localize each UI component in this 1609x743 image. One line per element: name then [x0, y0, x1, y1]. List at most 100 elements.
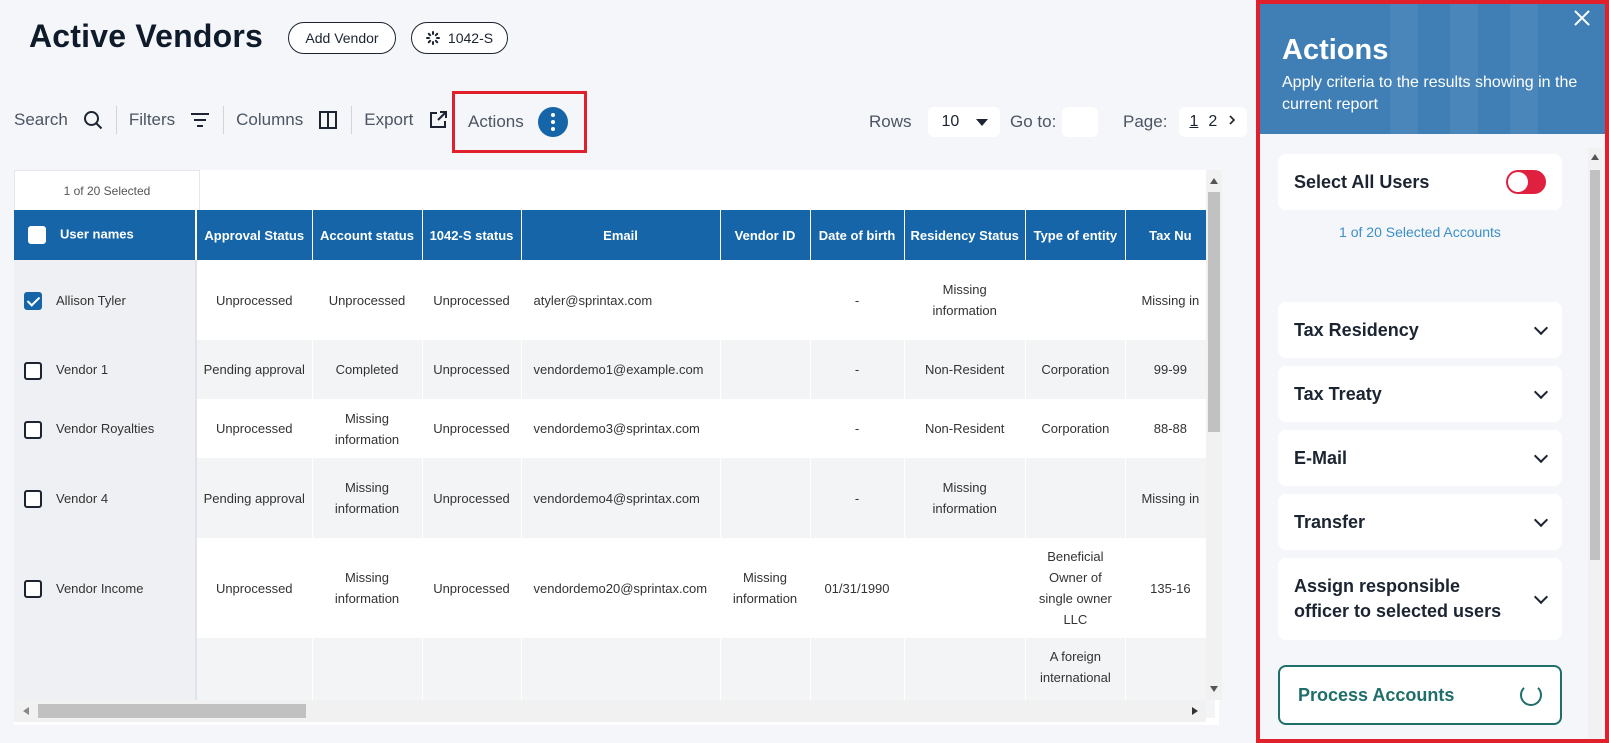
- process-accounts-button[interactable]: Process Accounts: [1278, 665, 1562, 725]
- table-cell: Unprocessed: [312, 260, 423, 340]
- column-header[interactable]: Residency Status: [904, 210, 1026, 260]
- table-cell: vendordemo1@example.com: [521, 340, 721, 399]
- vendors-table-container: 1 of 20 Selected User names Approval Sta…: [14, 170, 1219, 725]
- email-section[interactable]: E-Mail: [1278, 430, 1562, 486]
- process-accounts-label: Process Accounts: [1298, 684, 1455, 705]
- page-title: Active Vendors: [29, 18, 264, 54]
- column-header[interactable]: Date of birth: [810, 210, 905, 260]
- select-all-checkbox[interactable]: [28, 226, 46, 244]
- table-cell: Missing information: [312, 399, 423, 458]
- table-cell: Non-Resident: [904, 399, 1026, 458]
- row-checkbox[interactable]: [24, 361, 42, 380]
- column-header[interactable]: Type of entity: [1025, 210, 1126, 260]
- section-label: E-Mail: [1294, 447, 1348, 468]
- rows-value: 10: [941, 113, 960, 130]
- actions-panel-header: Actions Apply criteria to the results sh…: [1260, 4, 1605, 134]
- chevron-down-icon: [1533, 320, 1549, 335]
- select-all-label: Select All Users: [1294, 171, 1430, 192]
- row-checkbox[interactable]: [24, 420, 42, 439]
- loading-icon: [425, 31, 440, 45]
- table-row[interactable]: Vendor Income Unprocessed Missing inform…: [14, 538, 1216, 638]
- column-header[interactable]: Vendor ID: [720, 210, 811, 260]
- export-button[interactable]: Export: [364, 109, 461, 131]
- column-header[interactable]: 1042-S status: [422, 210, 522, 260]
- table-cell: [720, 458, 811, 538]
- page-1-link[interactable]: 1: [1189, 113, 1198, 131]
- column-header[interactable]: Account status: [312, 210, 423, 260]
- table-row[interactable]: Vendor Royalties Unprocessed Missing inf…: [14, 399, 1216, 458]
- tax-treaty-section[interactable]: Tax Treaty: [1278, 366, 1562, 422]
- table-cell: Missing information: [904, 260, 1026, 340]
- caret-down-icon: [975, 118, 988, 126]
- close-icon[interactable]: [1572, 8, 1592, 28]
- goto-page-input[interactable]: [1062, 107, 1099, 137]
- table-cell: -: [810, 458, 905, 538]
- select-all-toggle[interactable]: [1506, 170, 1546, 194]
- table-cell: 88-88: [1125, 399, 1216, 458]
- table-cell: Unprocessed: [196, 538, 313, 638]
- assign-officer-section[interactable]: Assign responsible officer to selected u…: [1278, 558, 1562, 640]
- table-cell: Unprocessed: [422, 458, 522, 538]
- filters-button[interactable]: Filters: [129, 109, 223, 131]
- add-vendor-button[interactable]: Add Vendor: [288, 22, 396, 54]
- panel-scrollbar[interactable]: [1588, 148, 1602, 739]
- table-cell: Unprocessed: [422, 260, 522, 340]
- table-vertical-scrollbar[interactable]: [1206, 170, 1222, 700]
- column-header[interactable]: User names: [14, 210, 197, 260]
- rows-control: Rows 10: [869, 107, 1000, 137]
- panel-subtitle: Apply criteria to the results showing in…: [1282, 74, 1578, 113]
- table-cell: Unprocessed: [422, 538, 522, 638]
- row-checkbox[interactable]: [24, 580, 42, 599]
- goto-control: Go to:: [1010, 107, 1099, 137]
- chevron-down-icon: [1533, 512, 1549, 527]
- row-checkbox[interactable]: [24, 490, 42, 509]
- table-cell: atyler@sprintax.com: [521, 260, 721, 340]
- table-cell: Unprocessed: [196, 260, 313, 340]
- table-cell: Missing information: [904, 458, 1026, 538]
- table-cell: Missing information: [720, 538, 811, 638]
- column-header[interactable]: Tax Nu: [1125, 210, 1216, 260]
- table-cell: Unprocessed: [422, 399, 522, 458]
- section-label: Assign responsible officer to selected u…: [1294, 576, 1502, 621]
- table-cell: Non-Resident: [904, 340, 1026, 399]
- table-cell: Missing information: [312, 538, 423, 638]
- columns-button[interactable]: Columns: [236, 109, 351, 131]
- search-icon: [82, 109, 104, 131]
- column-header[interactable]: Email: [521, 210, 721, 260]
- chevron-right-icon[interactable]: [1227, 113, 1237, 131]
- table-horizontal-scrollbar[interactable]: [14, 700, 1206, 722]
- table-row[interactable]: Vendor 1 Pending approval Completed Unpr…: [14, 340, 1216, 399]
- filter-icon: [189, 109, 211, 131]
- column-header[interactable]: Approval Status: [196, 210, 313, 260]
- section-label: Tax Residency: [1294, 319, 1419, 340]
- table-row[interactable]: Allison Tyler Unprocessed Unprocessed Un…: [14, 260, 1216, 340]
- report-toolbar: Search Filters Columns Export: [14, 100, 461, 140]
- table-cell: Beneficial Owner of single owner LLC: [1025, 538, 1126, 638]
- search-button[interactable]: Search: [14, 109, 116, 131]
- transfer-section[interactable]: Transfer: [1278, 494, 1562, 550]
- export-label: Export: [364, 110, 414, 129]
- table-cell: [1025, 458, 1126, 538]
- page-2-link[interactable]: 2: [1208, 113, 1217, 131]
- toolbar-divider: [351, 106, 353, 134]
- table-cell: [720, 399, 811, 458]
- row-checkbox[interactable]: [24, 292, 42, 311]
- refresh-icon: [1520, 684, 1542, 706]
- table-cell: [720, 340, 811, 399]
- rows-label: Rows: [869, 112, 912, 131]
- selected-count: 1 of 20 Selected: [14, 170, 200, 210]
- filters-label: Filters: [128, 110, 176, 129]
- actions-button[interactable]: Actions: [468, 107, 568, 137]
- panel-title: Actions: [1282, 34, 1389, 66]
- rows-per-page-select[interactable]: 10: [927, 107, 1000, 137]
- columns-label: Columns: [236, 110, 304, 129]
- toolbar-divider: [223, 106, 225, 134]
- table-row[interactable]: Vendor 4 Pending approval Missing inform…: [14, 458, 1216, 538]
- columns-icon: [317, 109, 339, 131]
- section-label: Transfer: [1294, 511, 1366, 532]
- tax-residency-section[interactable]: Tax Residency: [1278, 302, 1562, 358]
- form-type-button[interactable]: 1042-S: [411, 22, 508, 54]
- toolbar-divider: [115, 106, 117, 134]
- chevron-down-icon: [1533, 589, 1549, 604]
- table-cell: 135-16: [1125, 538, 1216, 638]
